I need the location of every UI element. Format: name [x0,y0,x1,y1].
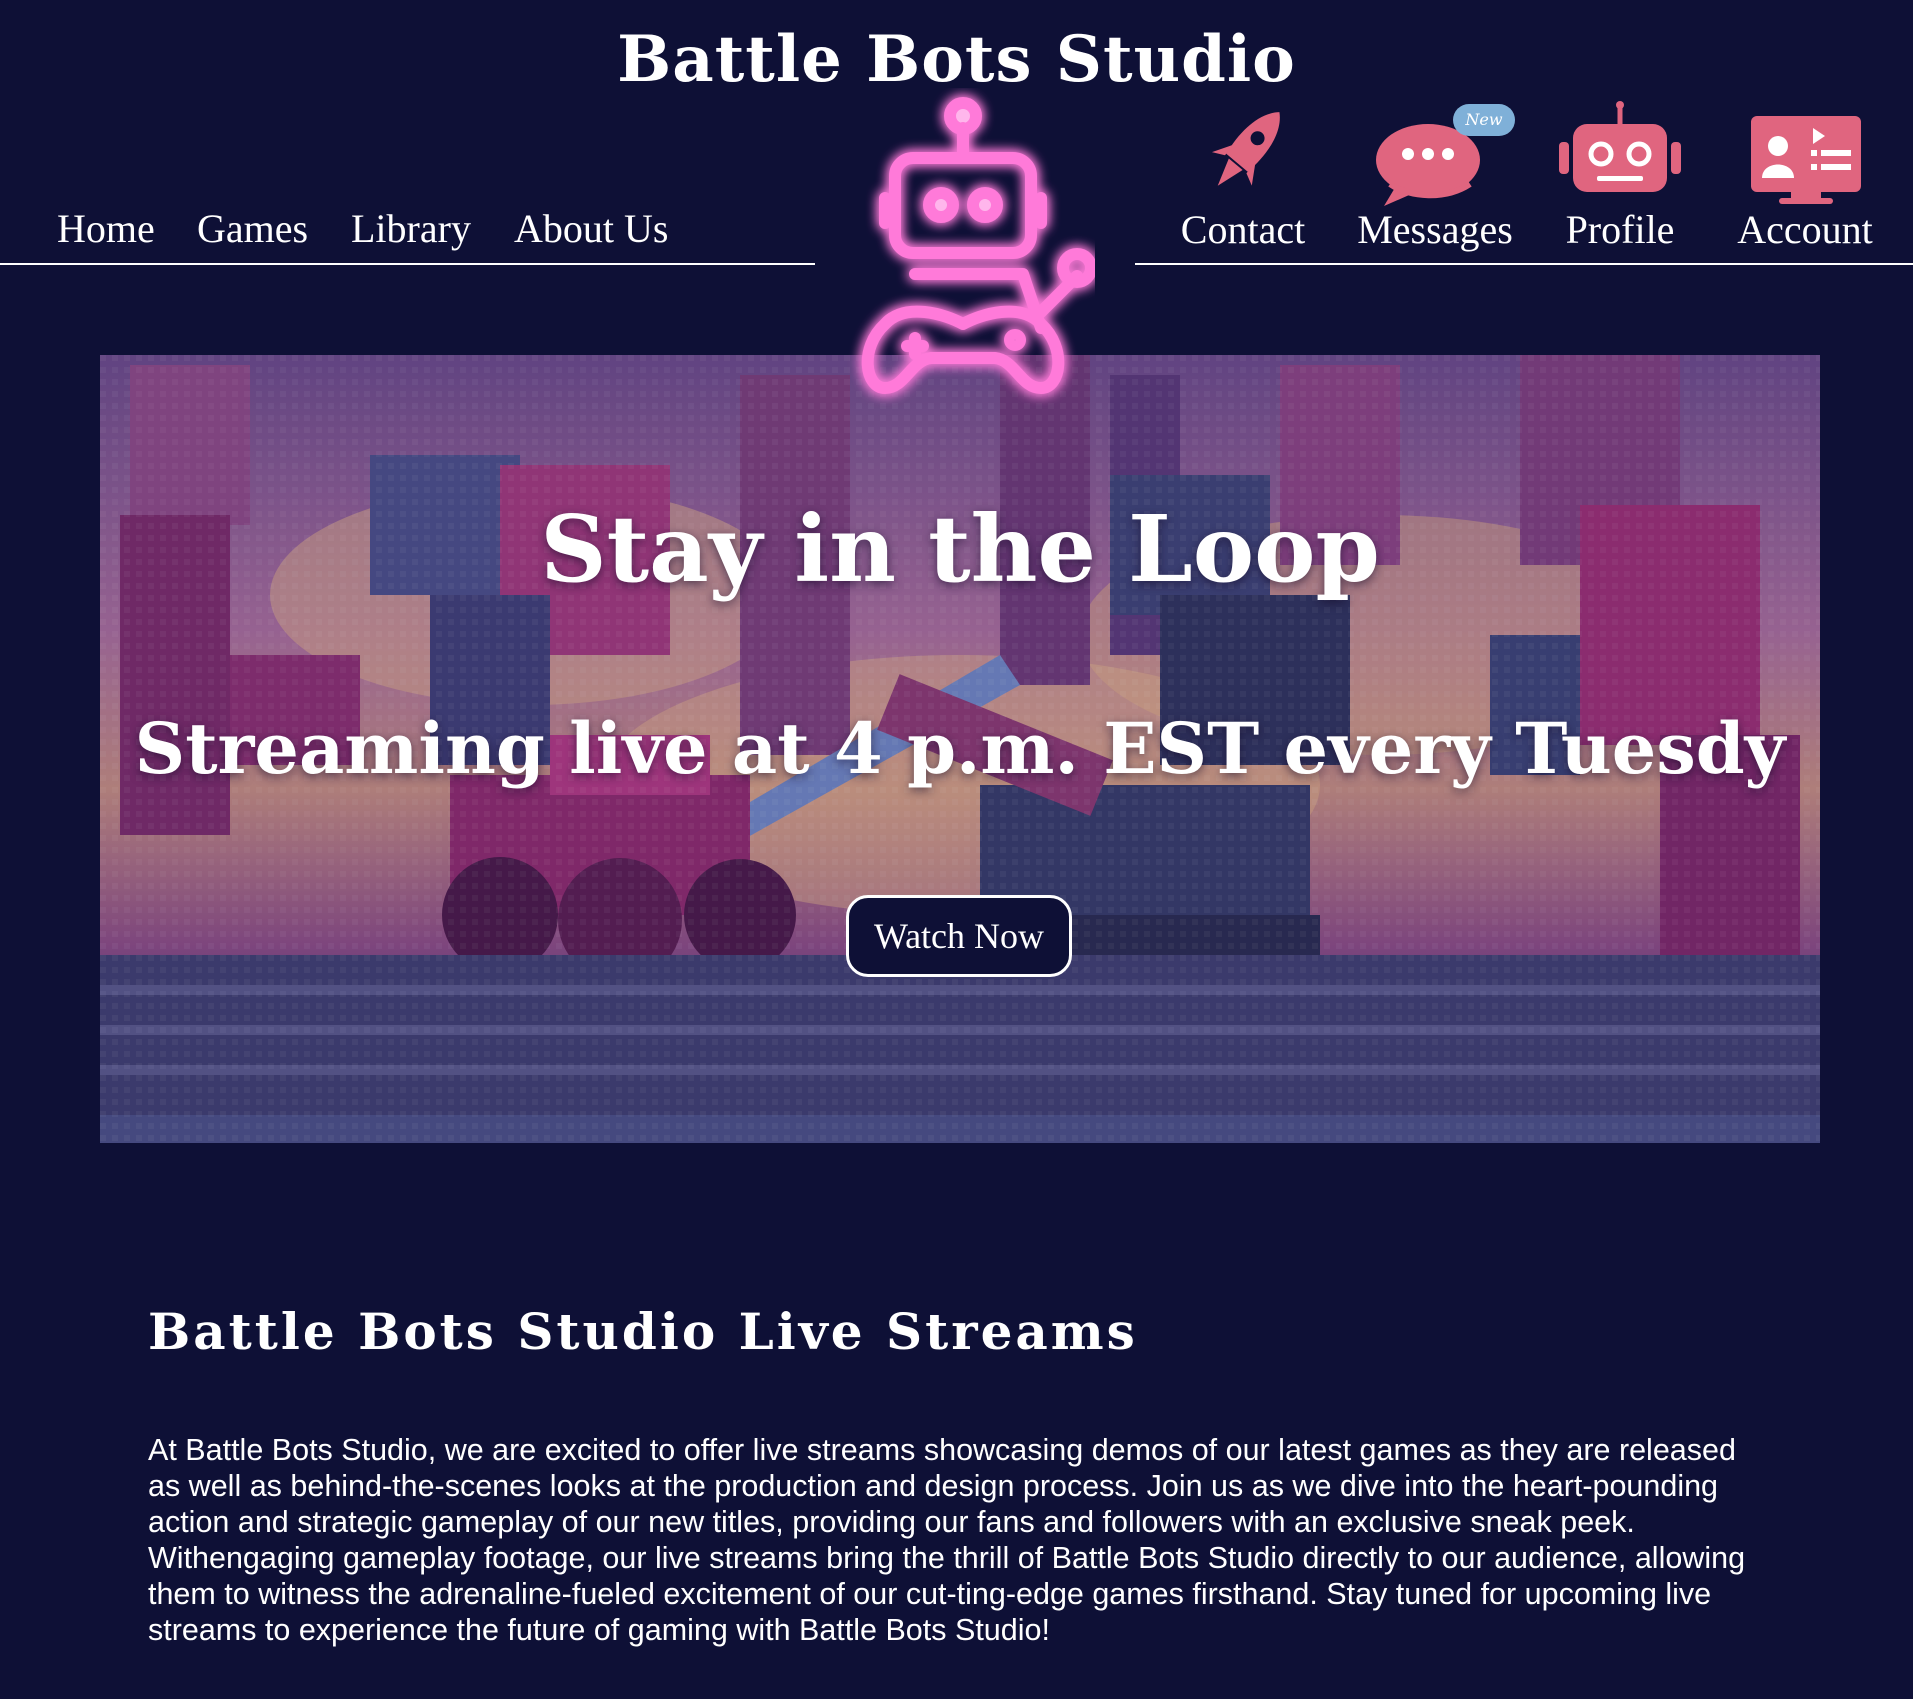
nav-library-link[interactable]: Library [351,205,471,252]
neon-robot-logo-icon[interactable] [845,88,1097,418]
new-badge: New [1453,104,1515,136]
hero-subheadline: Streaming live at 4 p.m. EST every Tuesd… [134,707,1786,790]
nav-profile-item[interactable]: Profile [1545,98,1695,263]
nav-home-link[interactable]: Home [57,205,155,252]
robot-head-icon [1559,101,1681,192]
nav-contact-label: Contact [1180,207,1306,252]
nav-profile-label: Profile [1565,207,1675,252]
section-body: At Battle Bots Studio, we are excited to… [148,1433,1746,1647]
nav-messages-label: Messages [1357,207,1513,252]
nav-right: Contact New Messages Profile Account [1135,98,1913,265]
rocket-icon [1211,112,1280,186]
section-title: Battle Bots Studio Live Streams [148,1302,1138,1361]
nav-games-link[interactable]: Games [197,205,308,252]
hero-banner: Stay in the Loop Streaming live at 4 p.m… [100,355,1820,1143]
site-title: Battle Bots Studio [617,22,1296,97]
account-card-icon [1751,116,1861,204]
nav-about-us-link[interactable]: About Us [514,205,668,252]
nav-left: Home Games Library About Us [0,205,815,265]
nav-account-label: Account [1737,207,1873,252]
hero-headline: Stay in the Loop [540,495,1380,603]
nav-messages-item[interactable]: New Messages [1350,98,1520,263]
watch-now-button[interactable]: Watch Now [846,895,1072,977]
nav-account-item[interactable]: Account [1715,98,1895,263]
nav-contact-item[interactable]: Contact [1168,98,1318,263]
